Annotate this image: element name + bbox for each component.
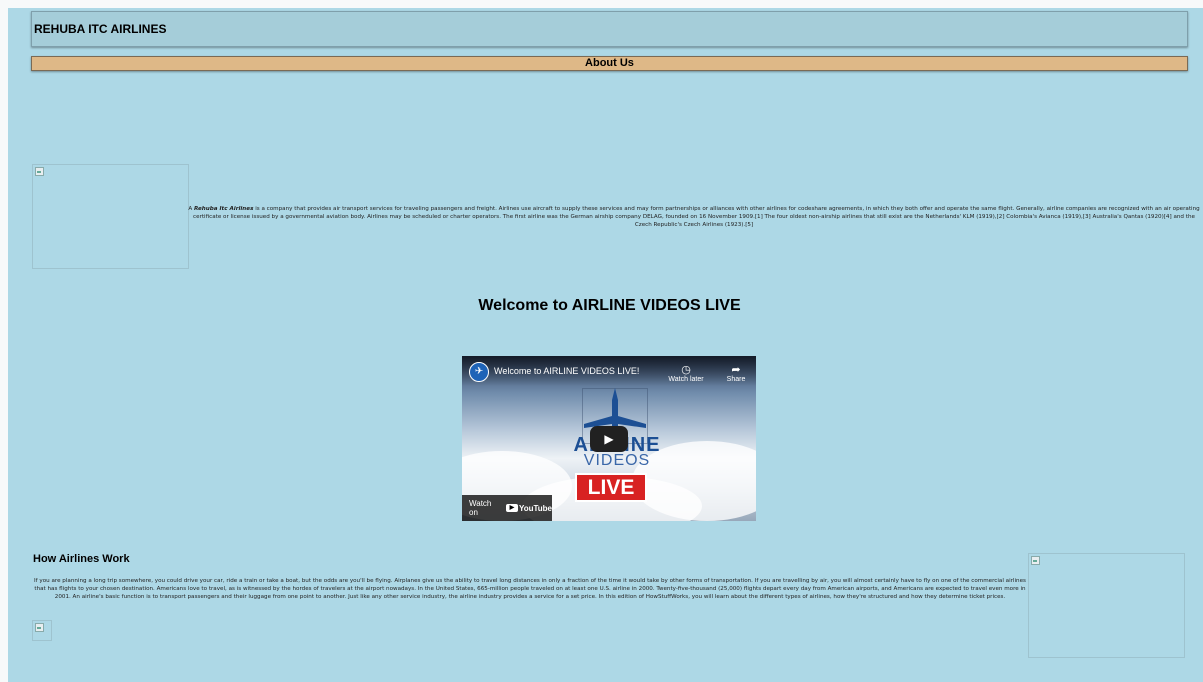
logo-videos-text: VIDEOS <box>583 452 651 469</box>
youtube-logo: ▶ YouTube <box>505 504 552 513</box>
play-button[interactable]: ▶ <box>590 426 628 452</box>
welcome-heading: Welcome to AIRLINE VIDEOS LIVE <box>478 297 741 314</box>
clock-icon: ◷ <box>681 364 691 376</box>
youtube-play-icon: ▶ <box>505 504 518 512</box>
how-airlines-work-paragraph: If you are planning a long trip somewher… <box>34 578 1026 601</box>
watch-on-youtube-button[interactable]: Watch on ▶ YouTube <box>462 495 552 521</box>
channel-avatar-icon[interactable]: ✈ <box>469 362 489 382</box>
page: REHUBA ITC AIRLINES About Us A Rehuba It… <box>8 8 1203 682</box>
share-button[interactable]: ➦ Share <box>718 364 754 383</box>
watch-later-button[interactable]: ◷ Watch later <box>666 364 706 383</box>
broken-image-icon <box>35 167 44 176</box>
play-icon: ▶ <box>604 432 614 446</box>
how-image <box>1028 553 1185 658</box>
share-arrow-icon: ➦ <box>731 364 741 376</box>
broken-image-icon <box>35 623 44 632</box>
how-airlines-work-heading: How Airlines Work <box>33 553 130 565</box>
video-embed[interactable]: ✈ Welcome to AIRLINE VIDEOS LIVE! ◷ Watc… <box>462 356 756 521</box>
header-bar: REHUBA ITC AIRLINES <box>31 11 1188 47</box>
brand-title: REHUBA ITC AIRLINES <box>34 22 167 36</box>
about-us-bar[interactable]: About Us <box>31 56 1188 71</box>
about-image <box>32 164 189 269</box>
small-image <box>32 620 52 641</box>
broken-image-icon <box>1031 556 1040 565</box>
video-title[interactable]: Welcome to AIRLINE VIDEOS LIVE! <box>494 366 639 376</box>
company-name: Rehuba Itc Airlines <box>193 206 254 212</box>
logo-live-badge: LIVE <box>575 473 647 502</box>
about-paragraph: A Rehuba Itc Airlines is a company that … <box>188 206 1200 229</box>
